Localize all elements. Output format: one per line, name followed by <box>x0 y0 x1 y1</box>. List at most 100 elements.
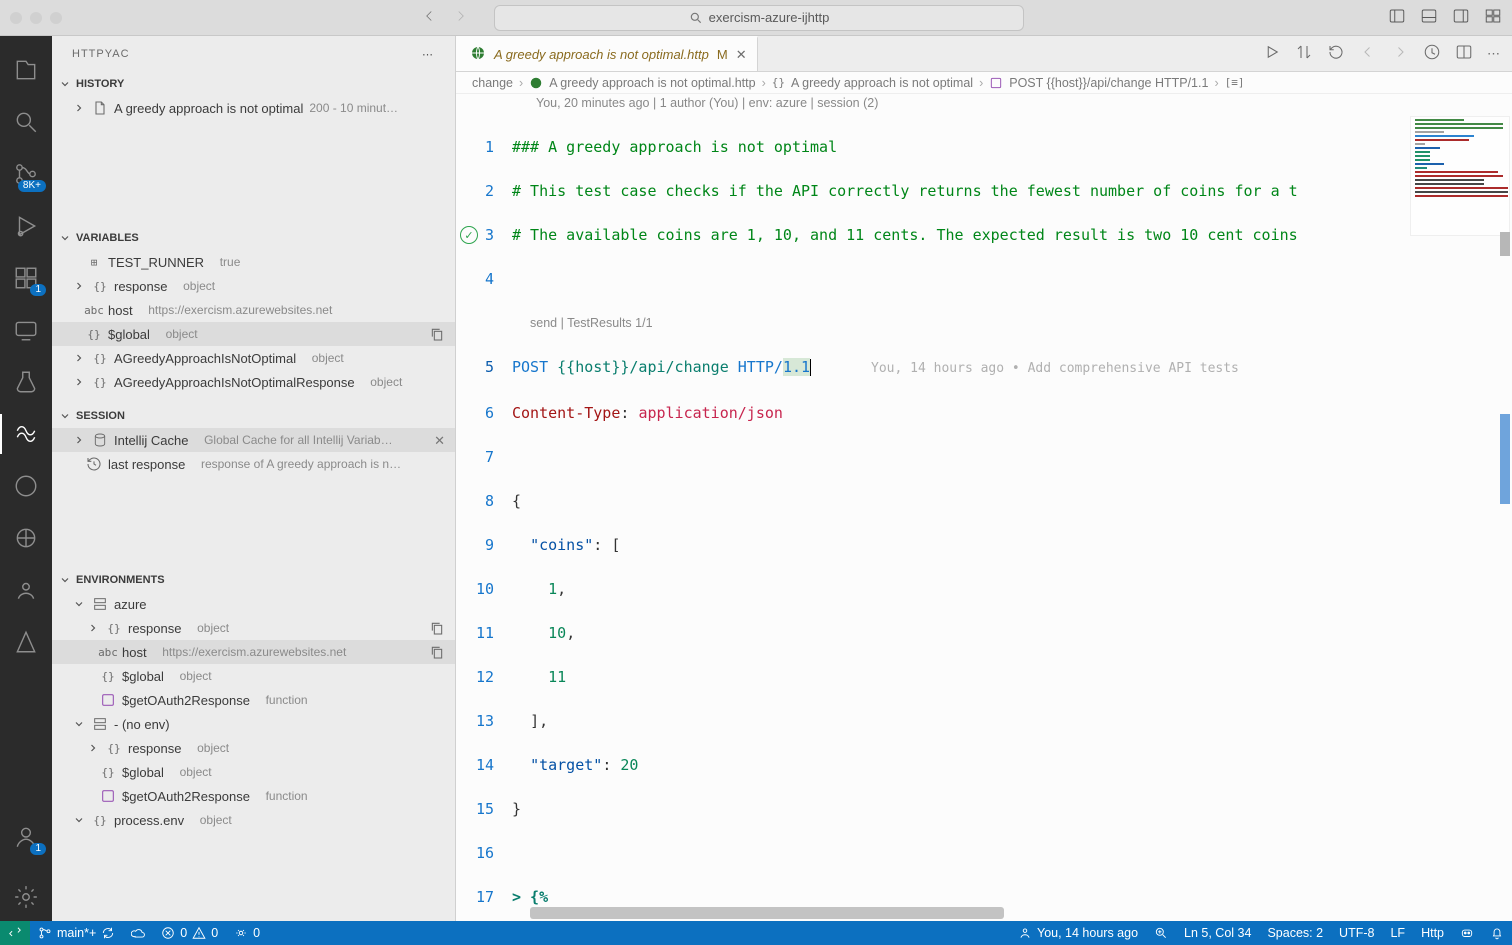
status-branch[interactable]: main*+ <box>30 921 123 945</box>
next-change-icon[interactable] <box>1391 43 1409 64</box>
compare-icon[interactable] <box>1295 43 1313 64</box>
status-copilot[interactable] <box>1452 926 1482 940</box>
breadcrumb-seg[interactable]: A greedy approach is not optimal <box>791 76 973 90</box>
status-zoom[interactable] <box>1146 926 1176 940</box>
acct-badge: 1 <box>30 843 46 855</box>
var-row[interactable]: {}$global object <box>52 322 455 346</box>
horizontal-scrollbar[interactable] <box>530 907 1392 919</box>
revert-icon[interactable] <box>1327 43 1345 64</box>
var-row[interactable]: abchost https://exercism.azurewebsites.n… <box>52 298 455 322</box>
nav-forward-icon[interactable] <box>452 7 470 28</box>
side-panel-more-icon[interactable]: ⋯ <box>422 48 435 61</box>
section-env-label: ENVIRONMENTS <box>76 574 165 586</box>
var-row[interactable]: {}AGreedyApproachIsNotOptimal object <box>52 346 455 370</box>
env-var[interactable]: abchost https://exercism.azurewebsites.n… <box>52 640 455 664</box>
command-center[interactable]: exercism-azure-ijhttp <box>494 5 1024 31</box>
scrollbar-thumb[interactable] <box>530 907 1004 919</box>
status-bell[interactable] <box>1482 926 1512 940</box>
activity-explorer[interactable] <box>0 46 52 94</box>
section-history-header[interactable]: HISTORY <box>52 72 455 96</box>
editor-tab[interactable]: A greedy approach is not optimal.http M … <box>456 36 758 71</box>
env-var[interactable]: {}process.env object <box>52 808 455 832</box>
section-env-header[interactable]: ENVIRONMENTS <box>52 568 455 592</box>
traffic-min[interactable] <box>30 12 42 24</box>
more-icon[interactable]: ⋯ <box>1487 46 1500 62</box>
status-spaces[interactable]: Spaces: 2 <box>1259 926 1331 940</box>
blame-summary[interactable]: You, 20 minutes ago | 1 author (You) | e… <box>456 94 1512 114</box>
env-var[interactable]: {}$global object <box>52 760 455 784</box>
activity-liveshare[interactable] <box>0 514 52 562</box>
panel-bottom-icon[interactable] <box>1420 7 1438 28</box>
status-eol[interactable]: LF <box>1382 926 1413 940</box>
database-icon <box>92 432 108 448</box>
var-row[interactable]: ⊞TEST_RUNNER true <box>52 250 455 274</box>
activity-search[interactable] <box>0 98 52 146</box>
run-icon[interactable] <box>1263 43 1281 64</box>
status-lang[interactable]: Http <box>1413 926 1452 940</box>
prev-change-icon[interactable] <box>1359 43 1377 64</box>
close-icon[interactable]: ✕ <box>736 47 747 63</box>
codelens[interactable]: send | TestResults 1/1 <box>456 312 1512 334</box>
activity-github[interactable] <box>0 462 52 510</box>
breadcrumb-seg[interactable]: A greedy approach is not optimal.http <box>549 76 755 90</box>
close-icon[interactable]: ✕ <box>434 434 445 447</box>
status-problems[interactable]: 00 <box>153 921 226 945</box>
copy-icon[interactable] <box>429 326 445 342</box>
activity-azure[interactable] <box>0 618 52 666</box>
var-detail: object <box>200 813 232 827</box>
activity-docker[interactable] <box>0 566 52 614</box>
traffic-max[interactable] <box>50 12 62 24</box>
activity-remote[interactable] <box>0 306 52 354</box>
status-encoding-text: UTF-8 <box>1339 926 1374 940</box>
breadcrumb-seg[interactable]: change <box>472 76 513 90</box>
env-var[interactable]: $getOAuth2Response function <box>52 688 455 712</box>
activity-accounts[interactable]: 1 <box>0 813 52 861</box>
breadcrumb-seg[interactable]: POST {{host}}/api/change HTTP/1.1 <box>1009 76 1208 90</box>
session-row[interactable]: last response response of A greedy appro… <box>52 452 455 476</box>
editor-body[interactable]: ✓ 1### A greedy approach is not optimal … <box>456 114 1512 921</box>
copy-icon[interactable] <box>429 620 445 636</box>
traffic-close[interactable] <box>10 12 22 24</box>
activity-run[interactable] <box>0 202 52 250</box>
status-ports[interactable]: 0 <box>226 921 268 945</box>
activity-scm[interactable]: 8K+ <box>0 150 52 198</box>
history-icon <box>86 456 102 472</box>
status-clean-icon[interactable] <box>1423 43 1441 64</box>
env-group[interactable]: - (no env) <box>52 712 455 736</box>
session-name: last response <box>108 457 185 472</box>
copy-icon[interactable] <box>429 644 445 660</box>
panel-right-icon[interactable] <box>1452 7 1470 28</box>
env-group[interactable]: azure <box>52 592 455 616</box>
activity-settings[interactable] <box>0 873 52 921</box>
section-variables-header[interactable]: VARIABLES <box>52 226 455 250</box>
env-var[interactable]: {}response object <box>52 616 455 640</box>
activity-httpyac[interactable] <box>0 410 52 458</box>
env-var[interactable]: {}$global object <box>52 664 455 688</box>
split-icon[interactable] <box>1455 43 1473 64</box>
var-row[interactable]: {}response object <box>52 274 455 298</box>
nav-back-icon[interactable] <box>420 7 438 28</box>
status-encoding[interactable]: UTF-8 <box>1331 926 1382 940</box>
var-row[interactable]: {}AGreedyApproachIsNotOptimalResponse ob… <box>52 370 455 394</box>
status-blame[interactable]: You, 14 hours ago <box>1010 926 1146 940</box>
var-name: host <box>122 645 147 660</box>
activity-extensions[interactable]: 1 <box>0 254 52 302</box>
status-remote[interactable] <box>0 921 30 945</box>
breadcrumb[interactable]: change› A greedy approach is not optimal… <box>456 72 1512 94</box>
string-icon: abc <box>100 644 116 660</box>
env-var[interactable]: {}response object <box>52 736 455 760</box>
history-item[interactable]: A greedy approach is not optimal 200 - 1… <box>52 96 455 120</box>
chevron-down-icon <box>72 813 86 827</box>
section-session-header[interactable]: SESSION <box>52 404 455 428</box>
section-history-body: A greedy approach is not optimal 200 - 1… <box>52 96 455 226</box>
env-var[interactable]: $getOAuth2Response function <box>52 784 455 808</box>
activity-test[interactable] <box>0 358 52 406</box>
status-cloud[interactable] <box>123 921 153 945</box>
status-cursor[interactable]: Ln 5, Col 34 <box>1176 926 1259 940</box>
session-row[interactable]: Intellij Cache Global Cache for all Inte… <box>52 428 455 452</box>
code[interactable]: 1### A greedy approach is not optimal 2#… <box>456 114 1512 921</box>
panel-left-icon[interactable] <box>1388 7 1406 28</box>
sync-icon[interactable] <box>101 926 115 940</box>
var-name: response <box>128 741 181 756</box>
layout-grid-icon[interactable] <box>1484 7 1502 28</box>
